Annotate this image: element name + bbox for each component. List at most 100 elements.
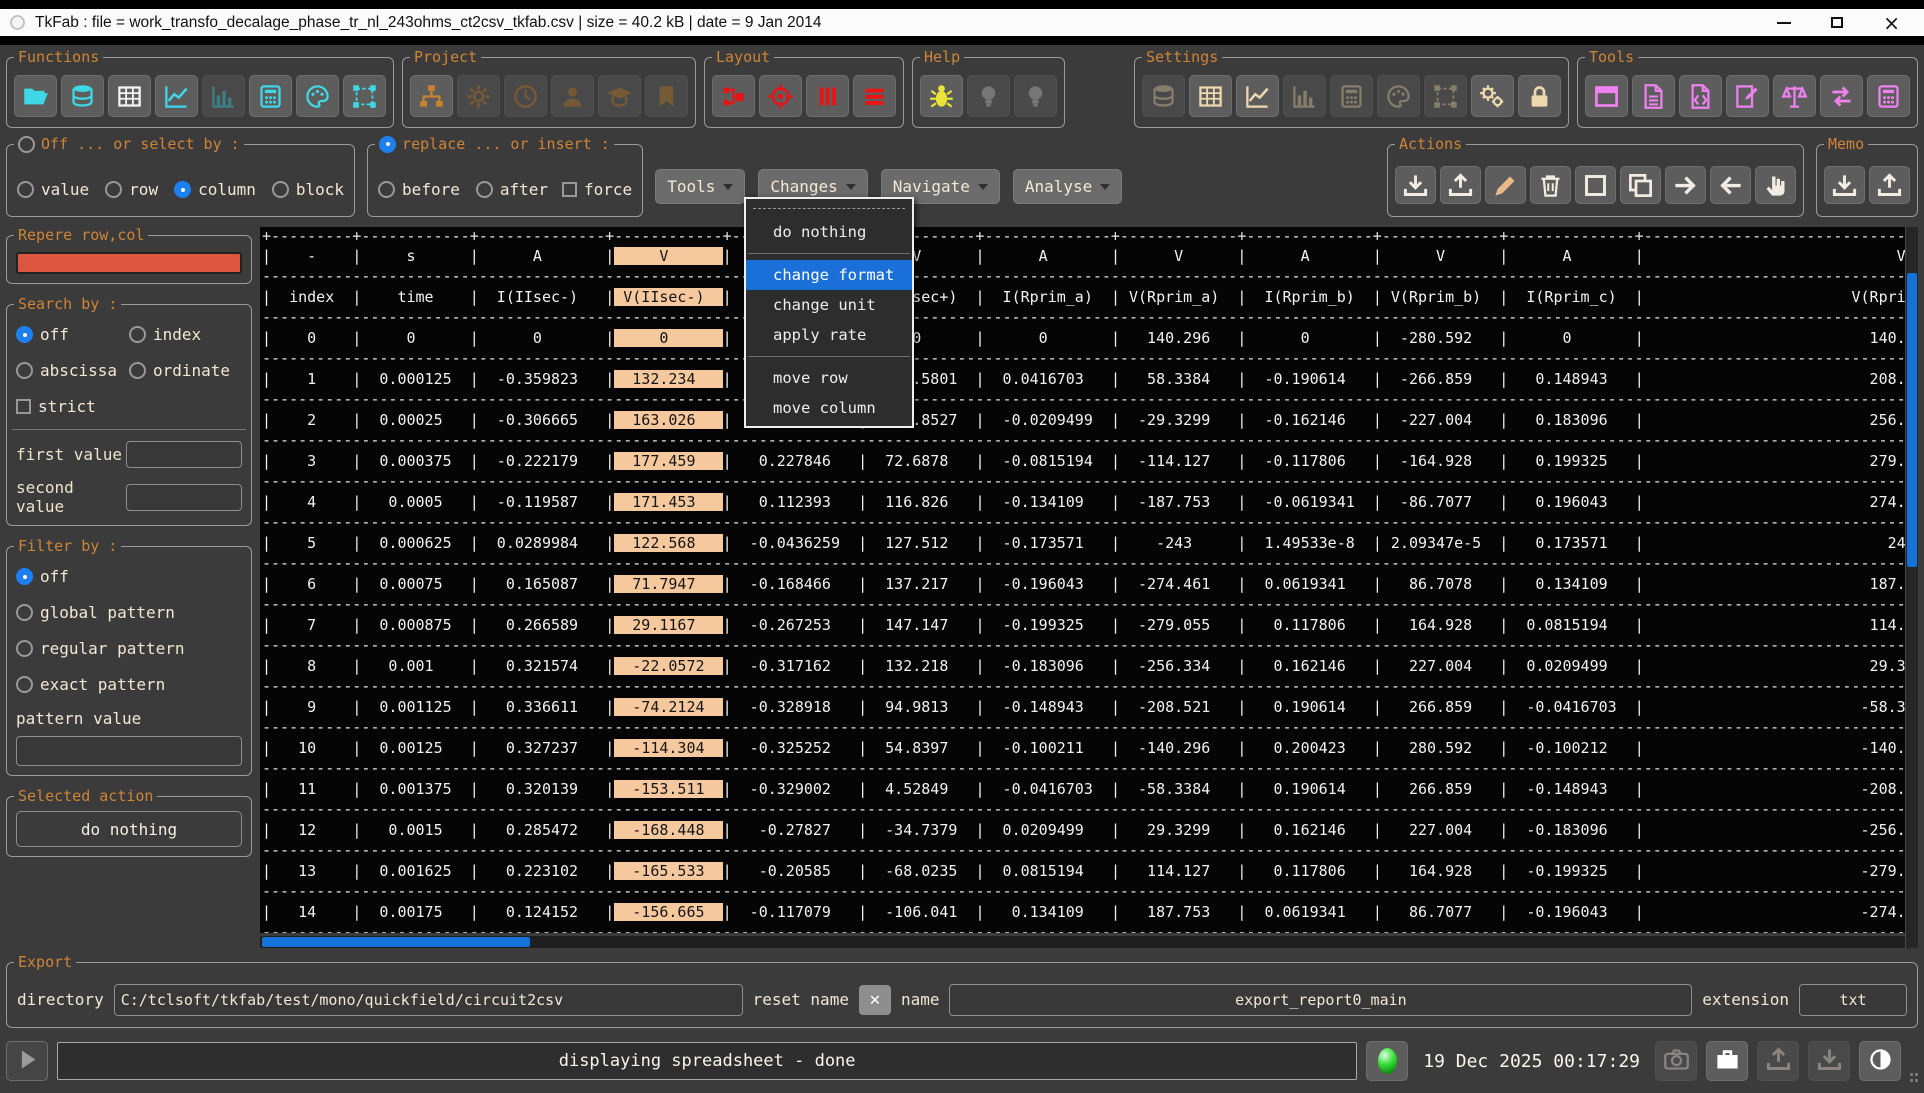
arrow-right-button[interactable]	[1665, 166, 1706, 204]
name-input[interactable]	[949, 984, 1692, 1016]
table-grid-button[interactable]	[1189, 75, 1232, 117]
user-button[interactable]	[551, 75, 594, 117]
highlighted-cell[interactable]: -156.665	[614, 903, 722, 921]
graduation-cap-button[interactable]	[598, 75, 641, 117]
upload-button[interactable]	[1757, 1041, 1799, 1081]
radio-item-column[interactable]: column	[174, 180, 256, 199]
menu-item-change-format[interactable]: change format	[746, 260, 912, 290]
menu-item-move-row[interactable]: move row	[746, 363, 912, 393]
table-row[interactable]: | 13 | 0.001625 | 0.223102 | -165.533 | …	[262, 858, 1905, 884]
radio-abscissa[interactable]	[16, 362, 33, 379]
reset-name-button[interactable]: ✕	[859, 985, 891, 1015]
radio-item-before[interactable]: before	[378, 180, 460, 199]
highlighted-cell[interactable]: 132.234	[614, 370, 722, 388]
table-row[interactable]: | 3 | 0.000375 | -0.222179 | 177.459 | 0…	[262, 448, 1905, 474]
radio-global-pattern[interactable]	[16, 604, 33, 621]
radio-regular-pattern[interactable]	[16, 640, 33, 657]
flow-tree-button[interactable]	[712, 75, 755, 117]
directory-input[interactable]	[114, 984, 743, 1016]
line-chart-button[interactable]	[155, 75, 198, 117]
highlighted-cell[interactable]: -168.448	[614, 821, 722, 839]
menubutton-analyse[interactable]: Analyse	[1013, 169, 1122, 204]
download-button[interactable]	[1808, 1041, 1850, 1081]
document-edit-button[interactable]	[1726, 75, 1769, 117]
replace-radio[interactable]	[379, 136, 396, 153]
table-row[interactable]: | 10 | 0.00125 | 0.327237 | -114.304 | -…	[262, 735, 1905, 761]
highlighted-cell[interactable]: -165.533	[614, 862, 722, 880]
close-icon[interactable]: ×	[1883, 13, 1900, 33]
table-row[interactable]: | 5 | 0.000625 | 0.0289984 | 122.568 | -…	[262, 530, 1905, 556]
table-grid-button[interactable]	[108, 75, 151, 117]
selected-action-value[interactable]: do nothing	[16, 811, 242, 847]
highlighted-cell[interactable]: 122.568	[614, 534, 722, 552]
vertical-scrollbar[interactable]	[1905, 227, 1918, 947]
radio-item-off[interactable]: off	[16, 325, 129, 344]
radio-item-regular-pattern[interactable]: regular pattern	[16, 639, 242, 658]
highlighted-cell[interactable]: 0	[614, 329, 722, 347]
keypad-button[interactable]	[1330, 75, 1373, 117]
select-off-radio[interactable]	[18, 136, 35, 153]
menu-item-apply-rate[interactable]: apply rate	[746, 320, 912, 350]
menu-tearoff[interactable]	[753, 208, 905, 209]
gears-button[interactable]	[1471, 75, 1514, 117]
select-region-button[interactable]	[1424, 75, 1467, 117]
table-row[interactable]: | 2 | 0.00025 | -0.306665 | 163.026 | 0.…	[262, 407, 1905, 433]
radio-after[interactable]	[476, 181, 493, 198]
highlighted-cell[interactable]: -22.0572	[614, 657, 722, 675]
menu-item-do-nothing[interactable]: do nothing	[746, 217, 912, 247]
copy-button[interactable]	[1620, 166, 1661, 204]
select-region-button[interactable]	[343, 75, 386, 117]
table-row[interactable]: | 6 | 0.00075 | 0.165087 | 71.7947 | -0.…	[262, 571, 1905, 597]
document-code-button[interactable]	[1679, 75, 1722, 117]
hscroll-thumb[interactable]	[262, 937, 530, 947]
menu-item-change-unit[interactable]: change unit	[746, 290, 912, 320]
table-header-row[interactable]: | index | time | I(IIsec-) | V(IIsec-) |…	[262, 284, 1905, 310]
briefcase-button[interactable]	[1706, 1041, 1748, 1081]
export-tray-button[interactable]	[1440, 166, 1481, 204]
palette-button[interactable]	[296, 75, 339, 117]
force-checkbox[interactable]	[562, 182, 577, 197]
highlighted-cell[interactable]: -153.511	[614, 780, 722, 798]
org-tree-button[interactable]	[410, 75, 453, 117]
radio-block[interactable]	[272, 181, 289, 198]
radio-item-global-pattern[interactable]: global pattern	[16, 603, 242, 622]
bar-chart-button[interactable]	[202, 75, 245, 117]
bug-button[interactable]	[920, 75, 963, 117]
table-row[interactable]: | 4 | 0.0005 | -0.119587 | 171.453 | 0.1…	[262, 489, 1905, 515]
maximize-icon[interactable]	[1831, 17, 1843, 28]
bulb-button[interactable]	[1014, 75, 1057, 117]
table-row[interactable]: | 1 | 0.000125 | -0.359823 | 132.234 | 0…	[262, 366, 1905, 392]
document-button[interactable]	[1632, 75, 1675, 117]
import-tray-button[interactable]	[1824, 166, 1865, 204]
highlighted-cell[interactable]: 171.453	[614, 493, 722, 511]
radio-item-abscissa[interactable]: abscissa	[16, 361, 129, 380]
highlighted-cell[interactable]: -114.304	[614, 739, 722, 757]
line-chart-button[interactable]	[1236, 75, 1279, 117]
force-checkbox-item[interactable]: force	[562, 180, 632, 199]
database-button[interactable]	[1142, 75, 1185, 117]
highlighted-cell[interactable]: 163.026	[614, 411, 722, 429]
radio-item-index[interactable]: index	[129, 325, 242, 344]
radio-row[interactable]	[105, 181, 122, 198]
highlighted-cell[interactable]: V	[614, 247, 722, 265]
table-row[interactable]: | 11 | 0.001375 | 0.320139 | -153.511 | …	[262, 776, 1905, 802]
radio-ordinate[interactable]	[129, 362, 146, 379]
radio-exact-pattern[interactable]	[16, 676, 33, 693]
table-row[interactable]: | 12 | 0.0015 | 0.285472 | -168.448 | -0…	[262, 817, 1905, 843]
swap-arrows-button[interactable]	[1820, 75, 1863, 117]
radio-item-row[interactable]: row	[105, 180, 158, 199]
play-button[interactable]	[6, 1041, 48, 1081]
square-button[interactable]	[1575, 166, 1616, 204]
import-tray-button[interactable]	[1395, 166, 1436, 204]
contrast-toggle-button[interactable]	[1859, 1041, 1901, 1081]
bookmark-button[interactable]	[645, 75, 688, 117]
first-value-input[interactable]	[126, 441, 242, 468]
radio-item-ordinate[interactable]: ordinate	[129, 361, 242, 380]
pencil-button[interactable]	[1485, 166, 1526, 204]
menubutton-tools[interactable]: Tools	[655, 169, 745, 204]
second-value-input[interactable]	[126, 484, 242, 511]
table-row[interactable]: | 14 | 0.00175 | 0.124152 | -156.665 | -…	[262, 899, 1905, 925]
radio-item-after[interactable]: after	[476, 180, 548, 199]
table-row[interactable]: | 9 | 0.001125 | 0.336611 | -74.2124 | -…	[262, 694, 1905, 720]
radio-item-exact-pattern[interactable]: exact pattern	[16, 675, 242, 694]
